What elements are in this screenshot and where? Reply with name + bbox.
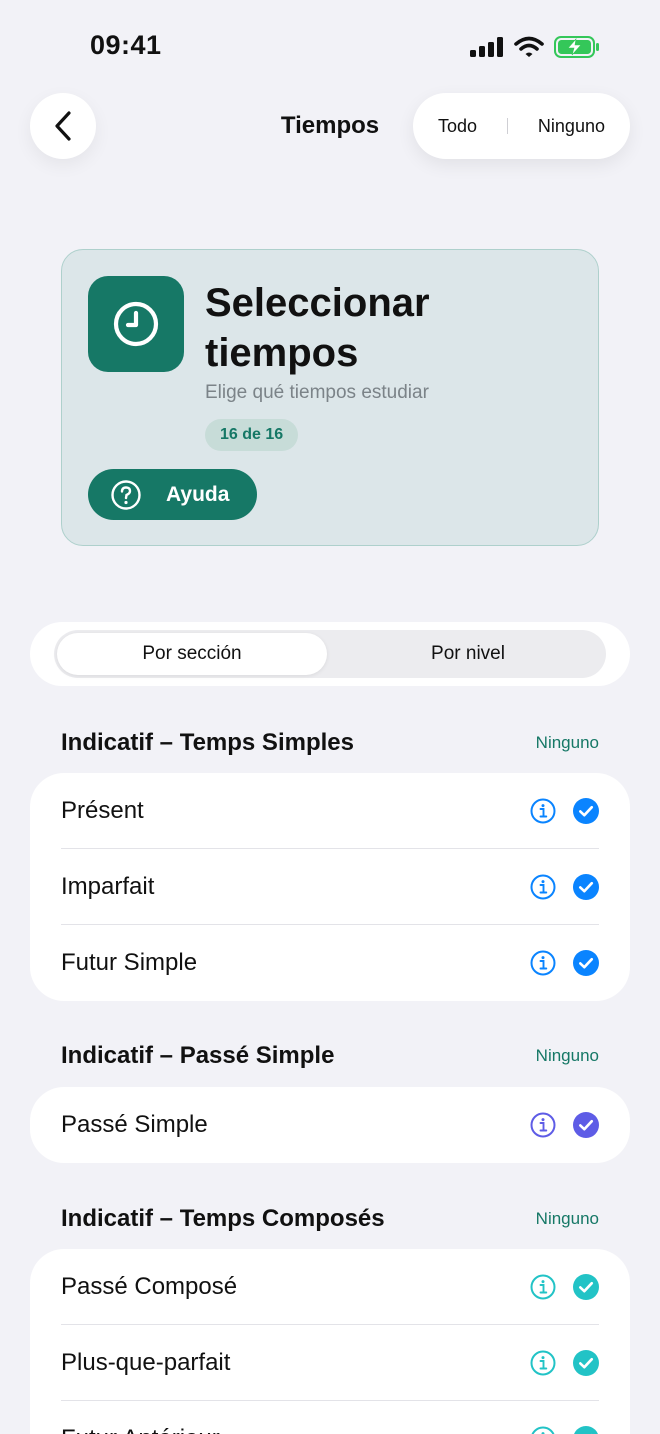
- view-mode-control: Por sección Por nivel: [30, 622, 630, 686]
- tense-row[interactable]: Présent: [30, 773, 630, 849]
- clock-icon: [113, 301, 159, 347]
- tense-label: Passé Simple: [61, 1111, 208, 1138]
- checkmark-icon[interactable]: [573, 1426, 599, 1434]
- tense-label: Passé Composé: [61, 1273, 238, 1300]
- tense-label: Présent: [61, 797, 144, 824]
- selected-count-badge: 16 de 16: [205, 419, 299, 451]
- section-title: Indicatif – Temps Composés: [61, 1205, 385, 1232]
- status-time: 09:41: [90, 30, 162, 60]
- tense-row[interactable]: Passé Composé: [30, 1249, 630, 1325]
- tense-label: Futur Simple: [61, 949, 198, 976]
- info-icon[interactable]: [530, 1350, 556, 1376]
- tense-row[interactable]: Imparfait: [30, 849, 630, 925]
- select-all-button[interactable]: Todo: [438, 116, 477, 137]
- select-all-none-control: Todo Ninguno: [413, 93, 630, 159]
- question-circle-icon: [111, 479, 141, 510]
- section-deselect-all-button[interactable]: Ninguno: [536, 1209, 599, 1229]
- tense-row[interactable]: Plus-que-parfait: [30, 1325, 630, 1401]
- section-card: Passé Composé Plus-que-parfait Futur Antér…: [30, 1249, 630, 1434]
- section-title: Indicatif – Temps Simples: [61, 729, 354, 756]
- hero-subtitle: Elige qué tiempos estudiar: [205, 382, 429, 403]
- tense-label: Futur Antérieur: [61, 1425, 220, 1434]
- signal-icon: [470, 37, 503, 57]
- checkmark-icon[interactable]: [573, 798, 599, 824]
- info-icon[interactable]: [530, 1274, 556, 1300]
- info-icon[interactable]: [530, 1426, 556, 1434]
- checkmark-icon[interactable]: [573, 874, 599, 900]
- hero-card: Seleccionar tiempos Elige qué tiempos es…: [61, 249, 599, 546]
- section-deselect-all-button[interactable]: Ninguno: [536, 1046, 599, 1066]
- divider: [506, 118, 508, 134]
- tab-by-section[interactable]: Por sección: [57, 633, 327, 675]
- checkmark-icon[interactable]: [573, 1112, 599, 1138]
- tense-row[interactable]: Futur Antérieur: [30, 1401, 630, 1434]
- view-mode-track: Por sección Por nivel: [54, 630, 606, 678]
- select-none-button[interactable]: Ninguno: [538, 116, 605, 137]
- tab-by-level[interactable]: Por nivel: [333, 633, 603, 675]
- checkmark-icon[interactable]: [573, 1274, 599, 1300]
- tense-row[interactable]: Futur Simple: [30, 925, 630, 1001]
- hero-title: Seleccionar tiempos: [205, 281, 430, 375]
- section-card: Passé Simple: [30, 1087, 630, 1163]
- battery-charging-icon: [554, 36, 599, 58]
- hero-icon-tile: [88, 276, 184, 372]
- info-icon[interactable]: [530, 1112, 556, 1138]
- info-icon[interactable]: [530, 874, 556, 900]
- status-icons: [470, 36, 600, 58]
- info-icon[interactable]: [530, 950, 556, 976]
- checkmark-icon[interactable]: [573, 1350, 599, 1376]
- tenses-screen: 09:41 Tiempos Todo Ninguno Seleccionar t…: [0, 0, 660, 1434]
- tense-label: Plus-que-parfait: [61, 1349, 231, 1376]
- section-deselect-all-button[interactable]: Ninguno: [536, 733, 599, 753]
- checkmark-icon[interactable]: [573, 950, 599, 976]
- tense-label: Imparfait: [61, 873, 155, 900]
- wifi-icon: [514, 36, 544, 57]
- help-button-label: Ayuda: [166, 482, 230, 506]
- tense-row[interactable]: Passé Simple: [30, 1087, 630, 1163]
- section-title: Indicatif – Passé Simple: [61, 1042, 335, 1069]
- section-card: Présent Imparfait Futur Simple: [30, 773, 630, 1001]
- info-icon[interactable]: [530, 798, 556, 824]
- help-button[interactable]: Ayuda: [88, 469, 257, 520]
